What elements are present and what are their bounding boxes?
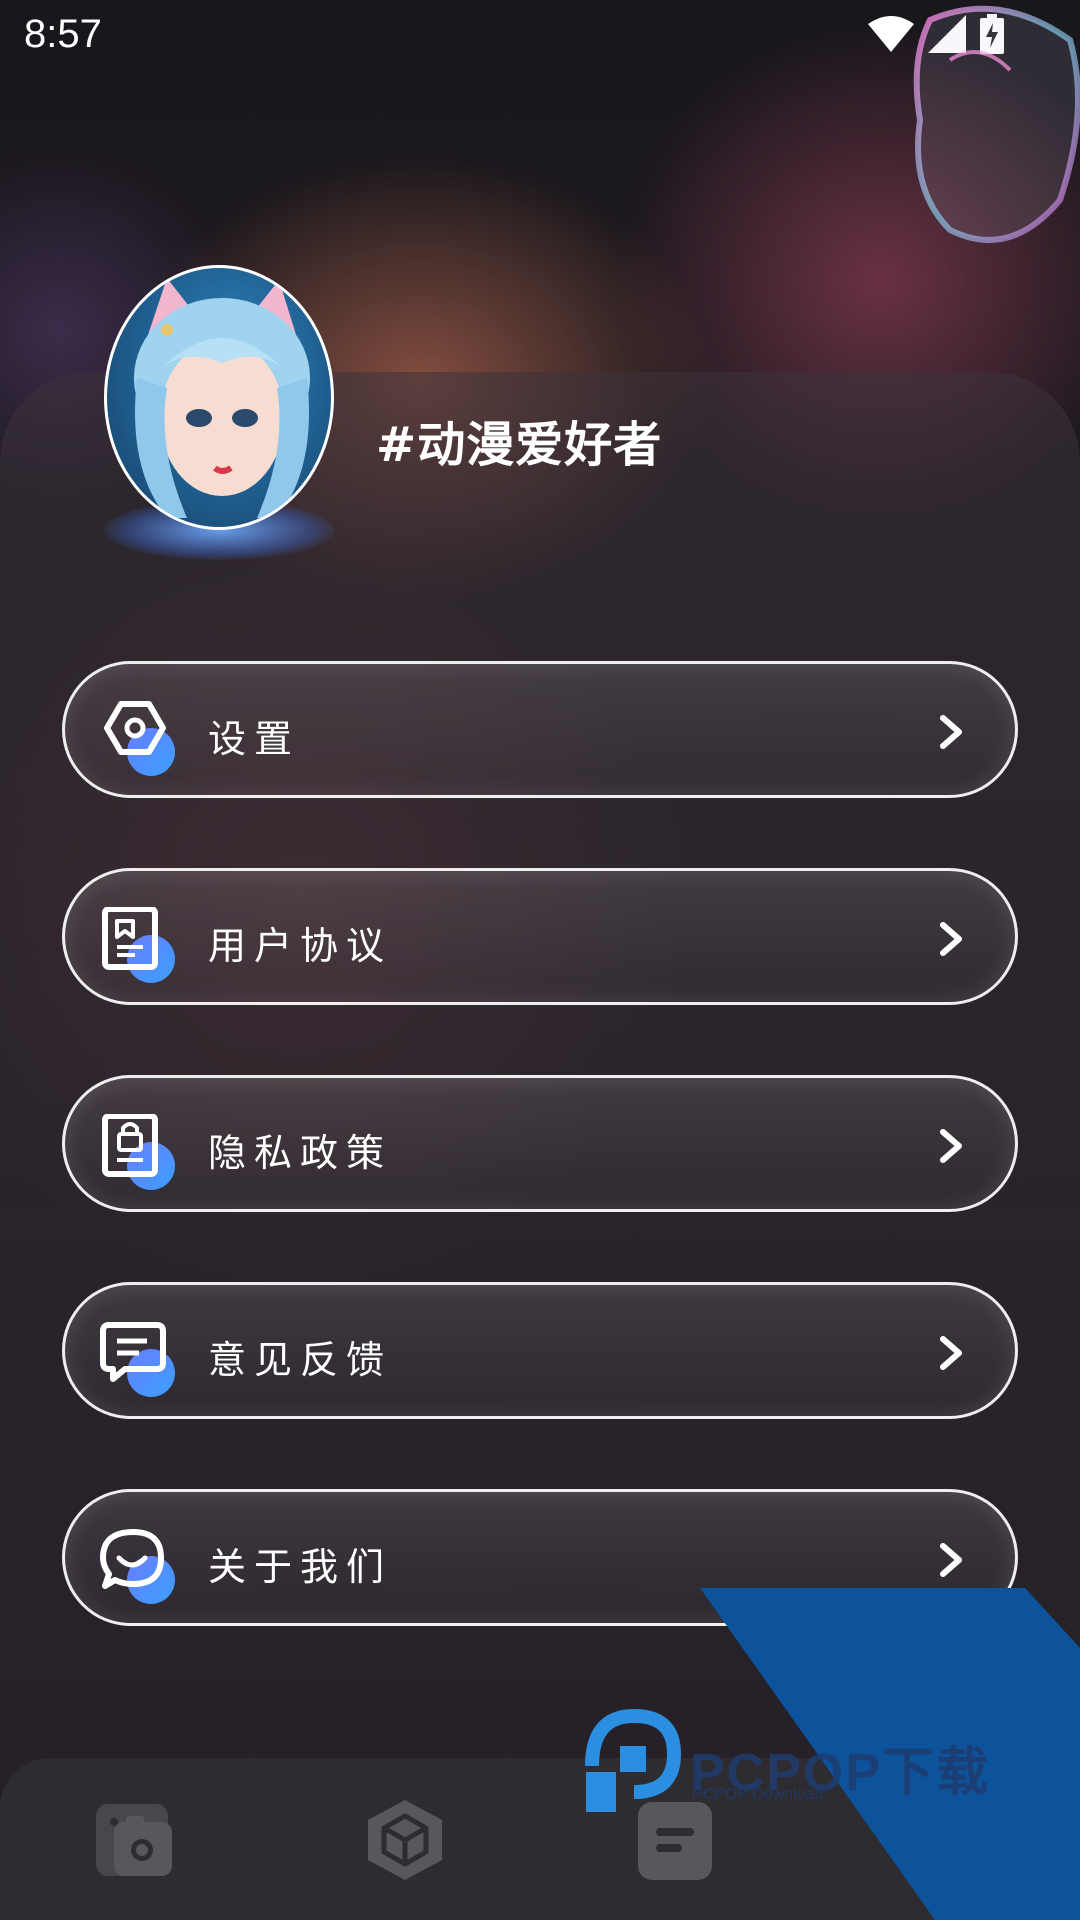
chevron-right-icon [940,922,962,956]
camera-icon[interactable] [94,1798,176,1880]
user-agreement-icon [102,907,175,983]
decorative-bubble [913,5,1080,243]
menu-item-settings[interactable]: 设置 [62,661,1018,798]
settings-hex-icon [104,701,175,776]
chevron-right-icon [940,1129,962,1163]
feedback-chat-icon [100,1322,175,1397]
chevron-right-icon [940,1543,962,1577]
anime-girl-avatar-image [134,278,310,518]
menu-item-privacy-policy[interactable]: 隐私政策 [62,1075,1018,1212]
pcpop-logo-icon [585,1708,682,1812]
privacy-lock-icon [102,1114,175,1190]
watermark-subtitle: PCPOP Download [692,1786,824,1803]
status-time: 8:57 [24,12,102,56]
menu-label: 设置 [208,717,301,761]
username: #动漫爱好者 [376,417,663,473]
profile-screen: 8:57 #动漫爱好者 设置 用户协议 隐私政策 意见反馈 关于我们 PCPOP… [0,0,1080,1920]
chevron-right-icon [940,1336,962,1370]
menu-item-feedback[interactable]: 意见反馈 [62,1282,1018,1419]
avatar[interactable] [104,265,334,530]
menu-label: 用户协议 [208,924,393,968]
cube-icon[interactable] [364,1798,446,1880]
menu-label: 隐私政策 [208,1131,393,1175]
menu-label: 意见反馈 [208,1338,393,1382]
menu-item-user-agreement[interactable]: 用户协议 [62,868,1018,1005]
chevron-right-icon [940,715,962,749]
about-chat-icon [100,1529,175,1604]
menu-label: 关于我们 [208,1545,393,1589]
